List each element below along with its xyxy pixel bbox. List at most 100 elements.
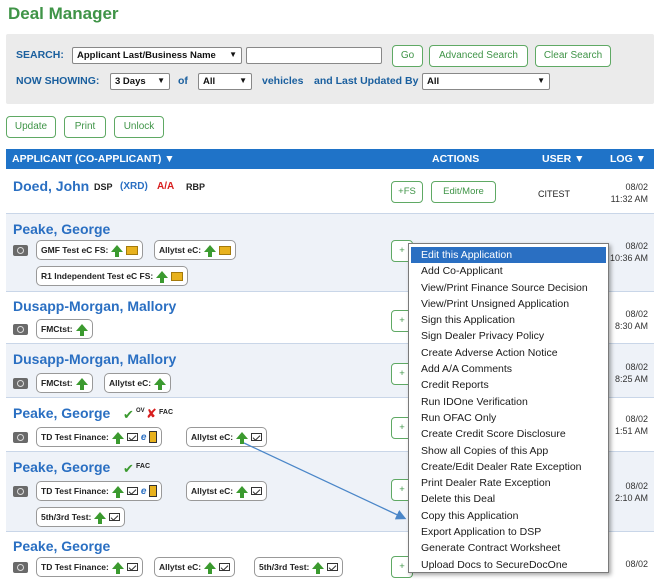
user-column-header[interactable]: USER ▼ [542, 153, 584, 165]
applicant-name-link[interactable]: Dusapp-Morgan, Mallory [13, 298, 176, 314]
menu-item-export-to-dsp[interactable]: Export Application to DSP [411, 524, 606, 540]
log-cell: 08/02 8:25 AM [614, 362, 648, 384]
menu-item-add-aa-comments[interactable]: Add A/A Comments [411, 361, 606, 377]
envelope-icon[interactable] [251, 487, 263, 495]
update-button[interactable]: Update [6, 116, 56, 138]
envelope-icon[interactable] [109, 513, 121, 521]
menu-item-add-co-applicant[interactable]: Add Co-Applicant [411, 263, 606, 279]
upload-arrow-icon[interactable] [236, 485, 249, 498]
applicant-name-link[interactable]: Dusapp-Morgan, Mallory [13, 351, 176, 367]
aa-tag[interactable]: A/A [157, 181, 174, 192]
envelope-icon[interactable] [126, 433, 138, 441]
applicant-name-link[interactable]: Peake, George [13, 459, 110, 475]
unlock-button[interactable]: Unlock [114, 116, 164, 138]
menu-item-upload-docs[interactable]: Upload Docs to SecureDocOne [411, 557, 606, 573]
log-cell: 08/02 1:51 AM [614, 414, 648, 436]
envelope-icon[interactable] [251, 433, 263, 441]
folder-icon[interactable] [219, 245, 232, 255]
advanced-search-button[interactable]: Advanced Search [429, 45, 528, 67]
log-column-header[interactable]: LOG ▼ [610, 153, 646, 165]
e-sign-icon[interactable]: e [141, 486, 147, 497]
envelope-icon[interactable] [126, 487, 138, 495]
add-finance-source-button[interactable]: +FS [391, 181, 423, 203]
search-field-select[interactable]: Applicant Last/Business Name ▼ [72, 47, 242, 64]
menu-item-delete-deal[interactable]: Delete this Deal [411, 491, 606, 507]
camera-icon[interactable] [13, 324, 28, 335]
finance-source-pill[interactable]: TD Test Finance: e [36, 427, 163, 447]
finance-source-pill[interactable]: Allytst eC: [186, 481, 268, 501]
finance-source-pill[interactable]: Allytst eC: [154, 240, 237, 260]
vehicle-select[interactable]: All ▼ [198, 73, 252, 90]
folder-icon[interactable] [171, 271, 184, 281]
menu-item-view-unsigned-application[interactable]: View/Print Unsigned Application [411, 296, 606, 312]
menu-item-edit-rate-exception[interactable]: Create/Edit Dealer Rate Exception [411, 459, 606, 475]
menu-item-print-rate-exception[interactable]: Print Dealer Rate Exception [411, 475, 606, 491]
finance-source-pill[interactable]: FMCtst: [36, 373, 93, 393]
log-cell: 08/02 11:32 AM [610, 182, 648, 204]
days-select[interactable]: 3 Days ▼ [110, 73, 170, 90]
menu-item-credit-reports[interactable]: Credit Reports [411, 377, 606, 393]
finance-source-pill[interactable]: 5th/3rd Test: [36, 507, 126, 527]
menu-item-run-idone-verification[interactable]: Run IDOne Verification [411, 394, 606, 410]
upload-arrow-icon[interactable] [75, 377, 88, 390]
finance-source-pill[interactable]: 5th/3rd Test: [254, 557, 344, 577]
upload-arrow-icon[interactable] [204, 244, 217, 257]
e-sign-icon[interactable]: e [141, 432, 147, 443]
print-button[interactable]: Print [64, 116, 106, 138]
finance-source-pill[interactable]: FMCtst: [36, 319, 93, 339]
clear-search-button[interactable]: Clear Search [535, 45, 611, 67]
applicant-name-link[interactable]: Peake, George [13, 221, 110, 237]
upload-arrow-icon[interactable] [111, 485, 124, 498]
upload-arrow-icon[interactable] [111, 431, 124, 444]
finance-source-pill[interactable]: TD Test Finance: [36, 557, 143, 577]
menu-item-sign-application[interactable]: Sign this Application [411, 312, 606, 328]
documents-icon[interactable] [149, 431, 158, 443]
upload-arrow-icon[interactable] [156, 270, 169, 283]
upload-arrow-icon[interactable] [94, 511, 107, 524]
upload-arrow-icon[interactable] [111, 561, 124, 574]
menu-item-run-ofac[interactable]: Run OFAC Only [411, 410, 606, 426]
upload-arrow-icon[interactable] [236, 431, 249, 444]
menu-item-sign-privacy-policy[interactable]: Sign Dealer Privacy Policy [411, 328, 606, 344]
finance-source-pill[interactable]: R1 Independent Test eC FS: [36, 266, 189, 286]
menu-item-show-copies[interactable]: Show all Copies of this App [411, 443, 606, 459]
finance-source-pill[interactable]: Allytst eC: [154, 557, 236, 577]
xrd-tag[interactable]: (XRD) [120, 181, 148, 192]
upload-arrow-icon[interactable] [111, 244, 124, 257]
updated-by-select[interactable]: All ▼ [422, 73, 550, 90]
search-input[interactable] [246, 47, 382, 64]
applicant-column-header[interactable]: APPLICANT (CO-APPLICANT) ▼ [12, 153, 175, 165]
camera-icon[interactable] [13, 245, 28, 256]
envelope-icon[interactable] [126, 563, 138, 571]
applicant-name-link[interactable]: Peake, George [13, 538, 110, 554]
applicant-name-link[interactable]: Doed, John [13, 178, 89, 194]
upload-arrow-icon[interactable] [204, 561, 217, 574]
camera-icon[interactable] [13, 432, 28, 443]
folder-icon[interactable] [126, 245, 139, 255]
table-header: APPLICANT (CO-APPLICANT) ▼ ACTIONS USER … [6, 149, 654, 169]
menu-item-edit-application[interactable]: Edit this Application [411, 247, 606, 264]
camera-icon[interactable] [13, 486, 28, 497]
log-cell: 08/02 10:36 AM [609, 241, 648, 263]
camera-icon[interactable] [13, 378, 28, 389]
envelope-icon[interactable] [327, 563, 339, 571]
finance-source-pill[interactable]: Allytst eC: [186, 427, 268, 447]
finance-source-pill[interactable]: GMF Test eC FS: [36, 240, 144, 260]
camera-icon[interactable] [13, 562, 28, 573]
menu-item-contract-worksheet[interactable]: Generate Contract Worksheet [411, 540, 606, 556]
finance-source-pill[interactable]: TD Test Finance: e [36, 481, 163, 501]
menu-item-adverse-action-notice[interactable]: Create Adverse Action Notice [411, 345, 606, 361]
menu-item-copy-application[interactable]: Copy this Application [411, 508, 606, 524]
applicant-name-link[interactable]: Peake, George [13, 405, 110, 421]
upload-arrow-icon[interactable] [75, 323, 88, 336]
edit-more-button[interactable]: Edit/More [431, 181, 496, 203]
upload-arrow-icon[interactable] [154, 377, 167, 390]
go-button[interactable]: Go [392, 45, 423, 67]
upload-arrow-icon[interactable] [312, 561, 325, 574]
finance-source-pill[interactable]: Allytst eC: [104, 373, 172, 393]
context-menu: Edit this Application Add Co-Applicant V… [408, 243, 609, 573]
documents-icon[interactable] [149, 485, 158, 497]
menu-item-credit-score-disclosure[interactable]: Create Credit Score Disclosure [411, 426, 606, 442]
envelope-icon[interactable] [219, 563, 231, 571]
menu-item-view-finance-decision[interactable]: View/Print Finance Source Decision [411, 280, 606, 296]
